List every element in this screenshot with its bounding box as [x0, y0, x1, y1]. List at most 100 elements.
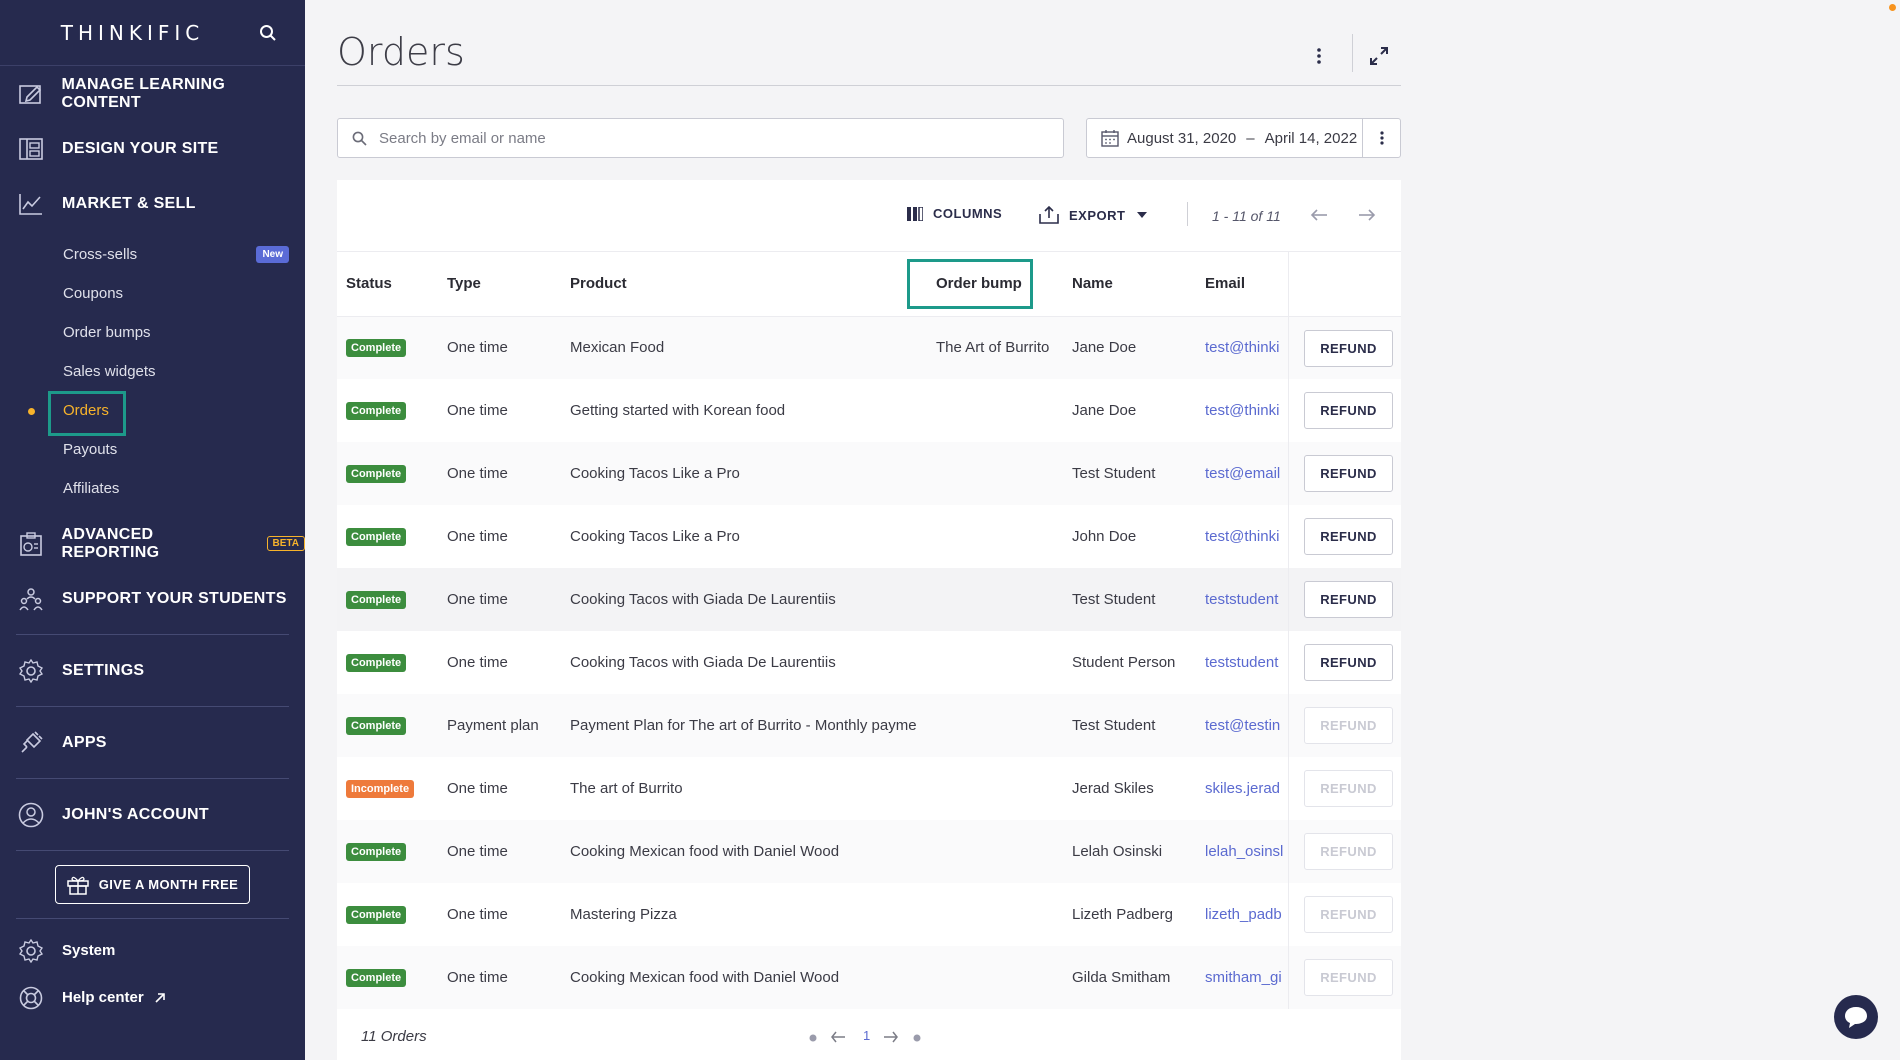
refund-button[interactable]: REFUND [1304, 455, 1393, 492]
sidebar-item-payouts[interactable]: Payouts [0, 430, 305, 469]
refund-button[interactable]: REFUND [1304, 770, 1393, 807]
nav-system[interactable]: System [0, 927, 305, 974]
nav-apps[interactable]: APPS [0, 715, 305, 770]
search-icon[interactable] [259, 24, 277, 42]
prev-page-arrow-icon[interactable] [1308, 204, 1330, 226]
chat-bubble-icon[interactable] [1834, 995, 1878, 1039]
date-separator: – [1246, 129, 1255, 147]
sidebar-item-cross-sells[interactable]: Cross-sells New [0, 235, 305, 274]
nav-settings[interactable]: SETTINGS [0, 643, 305, 698]
table-row[interactable]: Complete One time Cooking Tacos with Giada… [337, 568, 1401, 631]
nav-manage-learning-content[interactable]: MANAGE LEARNING CONTENT [0, 66, 305, 121]
sidebar-item-label: Sales widgets [63, 363, 156, 380]
brand-logo[interactable]: THINKIFIC [61, 21, 205, 45]
more-options-icon[interactable] [1307, 44, 1331, 68]
column-header-product[interactable]: Product [561, 252, 918, 317]
email-link[interactable]: test@testin [1205, 717, 1280, 734]
cell-actions: REFUND [1288, 505, 1401, 568]
email-link[interactable]: teststudent [1205, 591, 1278, 608]
last-page-dot-icon[interactable] [913, 1034, 921, 1042]
email-link[interactable]: lizeth_padb [1205, 906, 1282, 923]
columns-button[interactable]: COLUMNS [907, 206, 1002, 221]
table-row[interactable]: Complete One time Cooking Mexican food wit… [337, 820, 1401, 883]
export-button[interactable]: EXPORT [1039, 206, 1148, 224]
email-link[interactable]: test@email [1205, 465, 1280, 482]
caret-down-icon [1137, 212, 1148, 218]
email-link[interactable]: teststudent [1205, 654, 1278, 671]
table-row[interactable]: Incomplete One time The art of Burrito Jera… [337, 757, 1401, 820]
divider [1288, 631, 1289, 694]
cell-name: Test Student [1063, 568, 1196, 631]
table-row[interactable]: Complete One time Cooking Mexican food wit… [337, 946, 1401, 1009]
cell-name: Lizeth Padberg [1072, 906, 1173, 923]
sidebar-item-sales-widgets[interactable]: Sales widgets [0, 352, 305, 391]
column-header-type[interactable]: Type [438, 252, 561, 317]
email-link[interactable]: test@thinki [1205, 528, 1279, 545]
table-row[interactable]: Complete One time Mexican Food The Art of B… [337, 316, 1401, 379]
gear-icon [18, 658, 44, 684]
first-page-dot-icon[interactable] [809, 1034, 817, 1042]
cell-actions: REFUND [1288, 316, 1401, 379]
date-options-icon[interactable] [1362, 118, 1401, 158]
cell-type: One time [438, 316, 561, 379]
nav-label: Help center [62, 989, 144, 1006]
nav-support-your-students[interactable]: SUPPORT YOUR STUDENTS [0, 571, 305, 626]
column-header-name[interactable]: Name [1063, 252, 1196, 317]
status-badge: Complete [346, 528, 407, 546]
refund-button[interactable]: REFUND [1304, 833, 1393, 870]
cell-order-bump [918, 694, 1063, 757]
sidebar-item-affiliates[interactable]: Affiliates [0, 469, 305, 508]
refund-button[interactable]: REFUND [1304, 581, 1393, 618]
column-header-status[interactable]: Status [337, 252, 438, 317]
table-row[interactable]: Complete One time Mastering Pizza Lizeth Pa… [337, 883, 1401, 946]
email-link[interactable]: test@thinki [1205, 339, 1279, 356]
refund-button[interactable]: REFUND [1304, 392, 1393, 429]
email-link[interactable]: smitham_gi [1205, 969, 1282, 986]
give-a-month-free-button[interactable]: GIVE A MONTH FREE [55, 865, 250, 904]
column-header-email[interactable]: Email [1196, 252, 1288, 317]
cell-order-bump [918, 946, 1063, 1009]
status-badge: Complete [346, 654, 407, 672]
cell-name: Test Student [1063, 694, 1196, 757]
nav-label: SUPPORT YOUR STUDENTS [62, 589, 287, 607]
email-link[interactable]: skiles.jerad [1205, 780, 1280, 797]
nav-johns-account[interactable]: JOHN'S ACCOUNT [0, 787, 305, 842]
table-row[interactable]: Complete One time Getting started with Kor… [337, 379, 1401, 442]
refund-button[interactable]: REFUND [1304, 896, 1393, 933]
nav-help-center[interactable]: Help center [0, 974, 305, 1021]
date-range-picker[interactable]: August 31, 2020 – April 14, 2022 [1086, 118, 1363, 158]
prev-page-arrow-icon[interactable] [830, 1031, 846, 1043]
table-row[interactable]: Complete One time Cooking Tacos with Giada… [337, 631, 1401, 694]
nav-label: MARKET & SELL [62, 194, 196, 212]
nav-label: SETTINGS [62, 661, 145, 679]
email-link[interactable]: lelah_osinsl [1205, 843, 1283, 860]
cell-type: One time [438, 442, 561, 505]
sidebar-item-order-bumps[interactable]: Order bumps [0, 313, 305, 352]
main-content: Orders August 31, 2020 – April 14, 2022 … [305, 0, 1900, 1060]
nav-label: ADVANCED REPORTING [61, 525, 160, 561]
next-page-arrow-icon[interactable] [883, 1031, 899, 1043]
sidebar-item-coupons[interactable]: Coupons [0, 274, 305, 313]
table-row[interactable]: Complete One time Cooking Tacos Like a Pro… [337, 505, 1401, 568]
nav-market-and-sell[interactable]: MARKET & SELL [0, 176, 305, 231]
refund-button[interactable]: REFUND [1304, 644, 1393, 681]
expand-icon[interactable] [1367, 44, 1391, 68]
sidebar-item-orders[interactable]: Orders [0, 391, 305, 436]
page-number[interactable]: 1 [863, 1028, 870, 1043]
edit-content-icon [18, 81, 44, 107]
refund-button[interactable]: REFUND [1304, 329, 1393, 367]
cell-status: Complete [337, 694, 438, 757]
divider [16, 918, 289, 919]
table-row[interactable]: Complete One time Cooking Tacos Like a Pro… [337, 442, 1401, 505]
plug-icon [18, 730, 44, 756]
nav-design-your-site[interactable]: DESIGN YOUR SITE [0, 121, 305, 176]
table-row[interactable]: Complete Payment plan Payment Plan for The… [337, 694, 1401, 757]
search-input[interactable] [379, 129, 1019, 147]
refund-button[interactable]: REFUND [1304, 707, 1393, 744]
email-link[interactable]: test@thinki [1205, 402, 1279, 419]
nav-advanced-reporting[interactable]: ADVANCED REPORTING BETA [0, 516, 305, 571]
cell-status: Complete [337, 316, 438, 379]
refund-button[interactable]: REFUND [1304, 518, 1393, 555]
refund-button[interactable]: REFUND [1304, 959, 1393, 996]
next-page-arrow-icon[interactable] [1356, 204, 1378, 226]
